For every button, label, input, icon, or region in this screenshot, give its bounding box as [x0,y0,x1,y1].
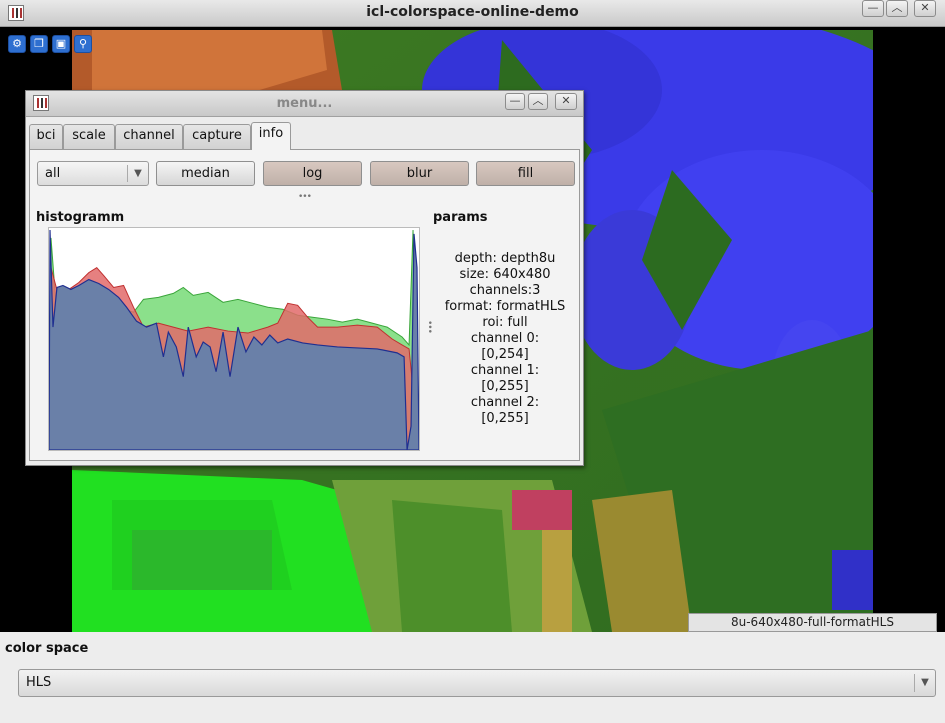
param-channel0-label: channel 0: [470,331,540,346]
params-label: params [433,210,488,225]
color-space-select[interactable]: HLS ▼ [18,669,936,697]
param-channel2-label: channel 2: [470,395,540,410]
chevron-down-icon: ▼ [127,165,148,182]
tab-info[interactable]: info [251,122,291,150]
window-title: icl-colorspace-online-demo [366,4,579,20]
param-depth: depth: depth8u [454,251,556,266]
param-channel1-label: channel 1: [470,363,540,378]
minimize-icon: — [509,94,521,107]
menu-maximize-button[interactable]: ︿ [528,93,548,110]
maximize-icon: ︿ [891,1,903,14]
window-icon[interactable]: ▣ [52,35,70,53]
minimize-icon: — [867,1,879,14]
param-channel0-range: [0,254] [481,347,529,362]
close-icon: ✕ [561,94,571,107]
menu-minimize-button[interactable]: — [505,93,525,110]
maximize-button[interactable]: ︿ [886,0,908,17]
menu-title: menu... [276,96,333,111]
tab-bci[interactable]: bci [29,124,63,149]
color-space-label: color space [5,641,89,656]
maximize-icon: ︿ [532,94,544,107]
minimize-button[interactable]: — [862,0,884,17]
median-button[interactable]: median [156,161,255,186]
histogram-label: histogramm [36,210,125,225]
tab-capture[interactable]: capture [183,124,251,149]
splitter-handle-horizontal[interactable]: ••• [298,192,312,202]
param-channel1-range: [0,255] [481,379,529,394]
params-list: depth: depth8u size: 640x480 channels:3 … [435,251,575,427]
blur-button[interactable]: blur [370,161,469,186]
tab-channel[interactable]: channel [115,124,183,149]
info-panel: all ▼ median log blur fill ••• histogram… [29,149,580,461]
splitter-handle-vertical[interactable]: ••• [424,320,434,333]
menu-close-button[interactable]: ✕ [555,93,577,110]
param-channels: channels:3 [469,283,541,298]
color-space-value: HLS [26,675,52,690]
close-icon: ✕ [920,1,930,14]
close-button[interactable]: ✕ [914,0,936,17]
tab-scale[interactable]: scale [63,124,115,149]
fill-button[interactable]: fill [476,161,575,186]
histogram-plot [48,227,420,451]
image-info-label: 8u-640x480-full-formatHLS [688,613,937,632]
window-titlebar: icl-colorspace-online-demo — ︿ ✕ [0,0,945,27]
param-size: size: 640x480 [459,267,551,282]
wrench-icon[interactable]: ⚙ [8,35,26,53]
copy-icon[interactable]: ❐ [30,35,48,53]
param-channel2-range: [0,255] [481,411,529,426]
param-roi: roi: full [482,315,528,330]
channel-select[interactable]: all ▼ [37,161,149,186]
menu-titlebar[interactable]: menu... — ︿ ✕ [26,91,583,117]
channel-select-value: all [45,166,61,181]
menu-window[interactable]: menu... — ︿ ✕ bci scale channel capture … [25,90,584,466]
log-button[interactable]: log [263,161,362,186]
zoom-icon[interactable]: ⚲ [74,35,92,53]
chevron-down-icon: ▼ [914,674,935,692]
param-format: format: formatHLS [444,299,566,314]
